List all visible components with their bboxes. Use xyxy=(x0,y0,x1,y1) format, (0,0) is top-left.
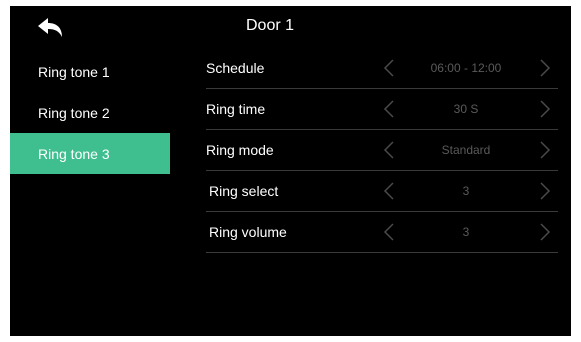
sidebar-item-ring-tone-1[interactable]: Ring tone 1 xyxy=(10,51,170,92)
ring-time-prev-button[interactable] xyxy=(382,99,396,119)
chevron-right-icon xyxy=(540,100,551,118)
setting-row-ring-select: Ring select 3 xyxy=(206,171,558,212)
schedule-next-button[interactable] xyxy=(538,58,552,78)
sidebar: Ring tone 1 Ring tone 2 Ring tone 3 xyxy=(10,51,170,174)
ring-volume-prev-button[interactable] xyxy=(382,222,396,242)
sidebar-item-label: Ring tone 3 xyxy=(38,145,110,162)
setting-label: Ring mode xyxy=(206,142,274,158)
setting-row-ring-volume: Ring volume 3 xyxy=(206,212,558,253)
back-arrow-icon xyxy=(38,18,62,37)
chevron-left-icon xyxy=(383,223,394,241)
ring-time-next-button[interactable] xyxy=(538,99,552,119)
sidebar-item-label: Ring tone 1 xyxy=(38,63,110,80)
ring-mode-prev-button[interactable] xyxy=(382,140,396,160)
setting-label: Ring time xyxy=(206,101,266,117)
chevron-left-icon xyxy=(383,59,394,77)
page-title: Door 1 xyxy=(246,17,295,34)
chevron-left-icon xyxy=(383,100,394,118)
setting-label: Ring volume xyxy=(209,224,287,240)
chevron-right-icon xyxy=(540,182,551,200)
setting-value: Standard xyxy=(441,143,491,157)
back-button[interactable] xyxy=(36,16,66,40)
chevron-right-icon xyxy=(540,223,551,241)
ring-mode-next-button[interactable] xyxy=(538,140,552,160)
settings-list: Schedule 06:00 - 12:00 Ring time 30 S Ri… xyxy=(206,48,558,253)
setting-label: Ring select xyxy=(209,183,279,199)
setting-value: 30 S xyxy=(453,102,479,116)
setting-value: 3 xyxy=(462,184,470,198)
sidebar-item-label: Ring tone 2 xyxy=(38,104,110,121)
chevron-right-icon xyxy=(540,59,551,77)
door-settings-screen: Door 1 Ring tone 1 Ring tone 2 Ring tone… xyxy=(10,6,571,336)
sidebar-item-ring-tone-2[interactable]: Ring tone 2 xyxy=(10,92,170,133)
sidebar-item-ring-tone-3[interactable]: Ring tone 3 xyxy=(10,133,170,174)
ring-select-next-button[interactable] xyxy=(538,181,552,201)
schedule-prev-button[interactable] xyxy=(382,58,396,78)
ring-select-prev-button[interactable] xyxy=(382,181,396,201)
setting-value: 3 xyxy=(462,225,470,239)
setting-value: 06:00 - 12:00 xyxy=(430,61,502,75)
chevron-right-icon xyxy=(540,141,551,159)
setting-row-schedule: Schedule 06:00 - 12:00 xyxy=(206,48,558,89)
ring-volume-next-button[interactable] xyxy=(538,222,552,242)
setting-row-ring-mode: Ring mode Standard xyxy=(206,130,558,171)
setting-label: Schedule xyxy=(206,60,265,76)
chevron-left-icon xyxy=(383,182,394,200)
chevron-left-icon xyxy=(383,141,394,159)
setting-row-ring-time: Ring time 30 S xyxy=(206,89,558,130)
